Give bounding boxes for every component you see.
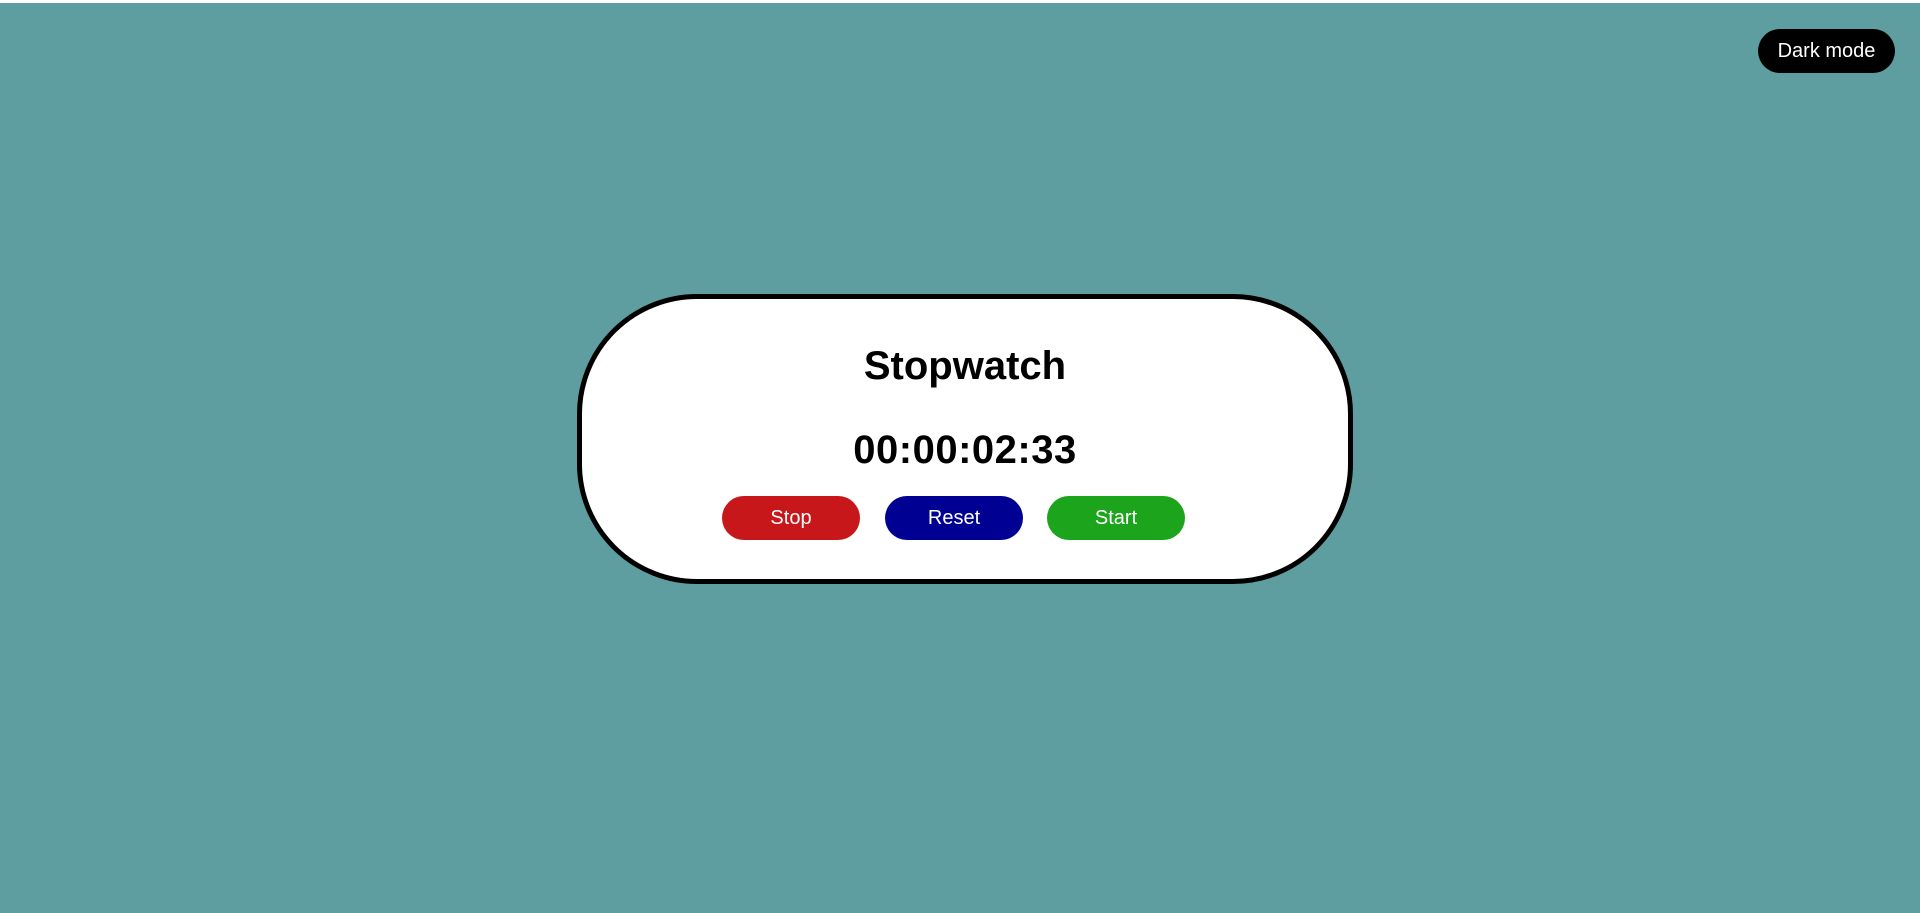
stopwatch-card: Stopwatch 00:00:02:33 Stop Reset Start	[577, 294, 1353, 584]
stop-button[interactable]: Stop	[722, 496, 860, 540]
reset-button[interactable]: Reset	[885, 496, 1023, 540]
dark-mode-button[interactable]: Dark mode	[1758, 29, 1895, 73]
stopwatch-title: Stopwatch	[863, 344, 1067, 388]
stopwatch-time-display: 00:00:02:33	[853, 428, 1077, 472]
start-button[interactable]: Start	[1047, 496, 1185, 540]
page-background: Dark mode Stopwatch 00:00:02:33 Stop Res…	[0, 3, 1920, 913]
